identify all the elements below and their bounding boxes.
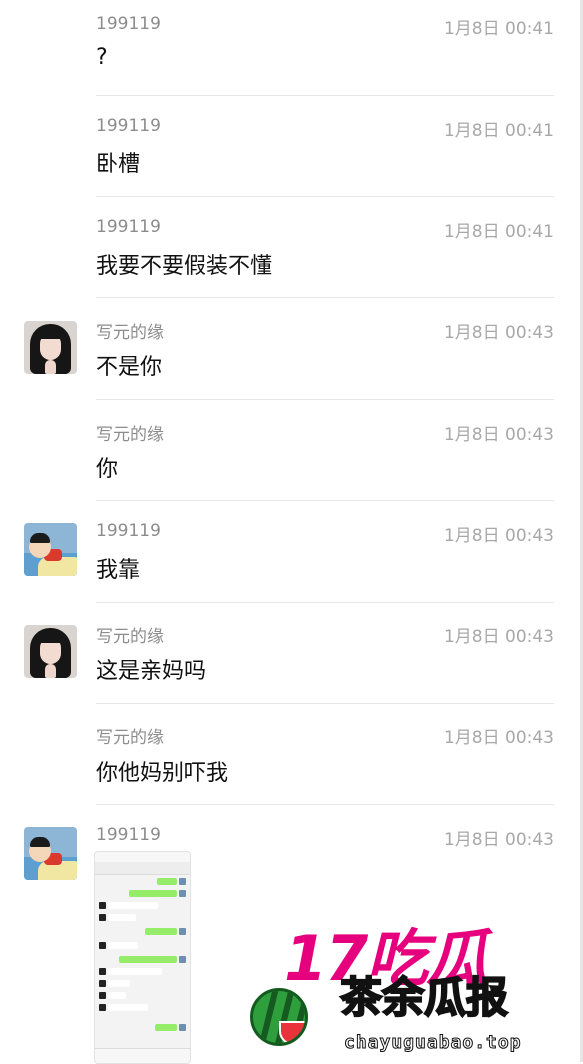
thumb-avatar xyxy=(99,968,106,975)
thumb-avatar xyxy=(99,914,106,921)
sender-name: 写元的缘 xyxy=(96,728,164,748)
chat-screenshot-image[interactable] xyxy=(94,851,191,1064)
sender-name: 199119 xyxy=(96,825,161,845)
thumb-bubble xyxy=(129,890,177,897)
sender-name: 199119 xyxy=(96,14,161,34)
watermark-url: chayuguabao.top xyxy=(344,1032,522,1054)
thumb-bubble xyxy=(108,942,138,949)
thumb-bubble xyxy=(108,992,126,999)
message-text: ? xyxy=(96,45,108,70)
thumb-bubble xyxy=(108,914,136,921)
cartoon-avatar[interactable] xyxy=(24,827,77,880)
thumb-bubble xyxy=(108,1004,148,1011)
thumb-bubble xyxy=(145,928,177,935)
avatar-bangs xyxy=(37,631,64,643)
divider xyxy=(96,95,554,96)
thumb-bubble xyxy=(119,956,177,963)
sender-name: 写元的缘 xyxy=(96,323,164,343)
message-time: 1月8日 00:43 xyxy=(443,526,554,546)
thumb-bubble xyxy=(108,968,162,975)
avatar-hand xyxy=(45,664,56,678)
message-time: 1月8日 00:43 xyxy=(443,830,554,850)
divider xyxy=(96,297,554,298)
message-time: 1月8日 00:41 xyxy=(443,222,554,242)
sender-name: 199119 xyxy=(96,521,161,541)
sender-name: 199119 xyxy=(96,217,161,237)
message-text: 你 xyxy=(96,457,119,482)
thumb-avatar xyxy=(179,1024,186,1031)
message-time: 1月8日 00:43 xyxy=(443,728,554,748)
avatar-hand xyxy=(45,360,56,374)
thumb-avatar xyxy=(99,1004,106,1011)
girl-avatar[interactable] xyxy=(24,321,77,374)
thumb-status-bar xyxy=(95,852,190,862)
message-text: 卧槽 xyxy=(96,152,141,177)
watermark-brand-sub: 茶余瓜报 xyxy=(339,973,509,1023)
watermark: 17吃瓜 茶余瓜报 chayuguabao.top xyxy=(248,928,583,1062)
message-text: 我要不要假装不懂 xyxy=(96,254,273,279)
thumb-input-toolbar xyxy=(95,1048,190,1063)
divider xyxy=(96,399,554,400)
message-time: 1月8日 00:43 xyxy=(443,323,554,343)
girl-avatar[interactable] xyxy=(24,625,77,678)
message-text: 你他妈别吓我 xyxy=(96,761,229,786)
message-time: 1月8日 00:43 xyxy=(443,627,554,647)
divider xyxy=(96,804,554,805)
divider xyxy=(96,196,554,197)
thumb-avatar xyxy=(99,902,106,909)
watermelon-icon xyxy=(250,988,308,1046)
thumb-bubble xyxy=(157,878,177,885)
thumb-nav-bar xyxy=(95,862,190,875)
divider xyxy=(96,703,554,704)
message-text: 不是你 xyxy=(96,355,163,380)
thumb-bubble xyxy=(108,980,130,987)
thumb-avatar xyxy=(99,980,106,987)
message-text: 我靠 xyxy=(96,558,141,583)
avatar-bangs xyxy=(37,327,64,339)
thumb-avatar xyxy=(179,890,186,897)
thumb-avatar xyxy=(179,928,186,935)
sender-name: 199119 xyxy=(96,116,161,136)
sender-name: 写元的缘 xyxy=(96,425,164,445)
avatar-hair xyxy=(30,837,50,847)
thumb-avatar xyxy=(179,956,186,963)
sender-name: 写元的缘 xyxy=(96,627,164,647)
message-time: 1月8日 00:41 xyxy=(443,19,554,39)
thumb-avatar xyxy=(99,992,106,999)
thumb-avatar xyxy=(99,942,106,949)
cartoon-avatar[interactable] xyxy=(24,523,77,576)
thumb-bubble xyxy=(108,902,158,909)
divider xyxy=(96,602,554,603)
avatar-hair xyxy=(30,533,50,543)
thumb-avatar xyxy=(179,878,186,885)
message-time: 1月8日 00:43 xyxy=(443,425,554,445)
divider xyxy=(96,500,554,501)
thumb-bubble xyxy=(155,1024,177,1031)
message-time: 1月8日 00:41 xyxy=(443,121,554,141)
message-text: 这是亲妈吗 xyxy=(96,659,207,684)
